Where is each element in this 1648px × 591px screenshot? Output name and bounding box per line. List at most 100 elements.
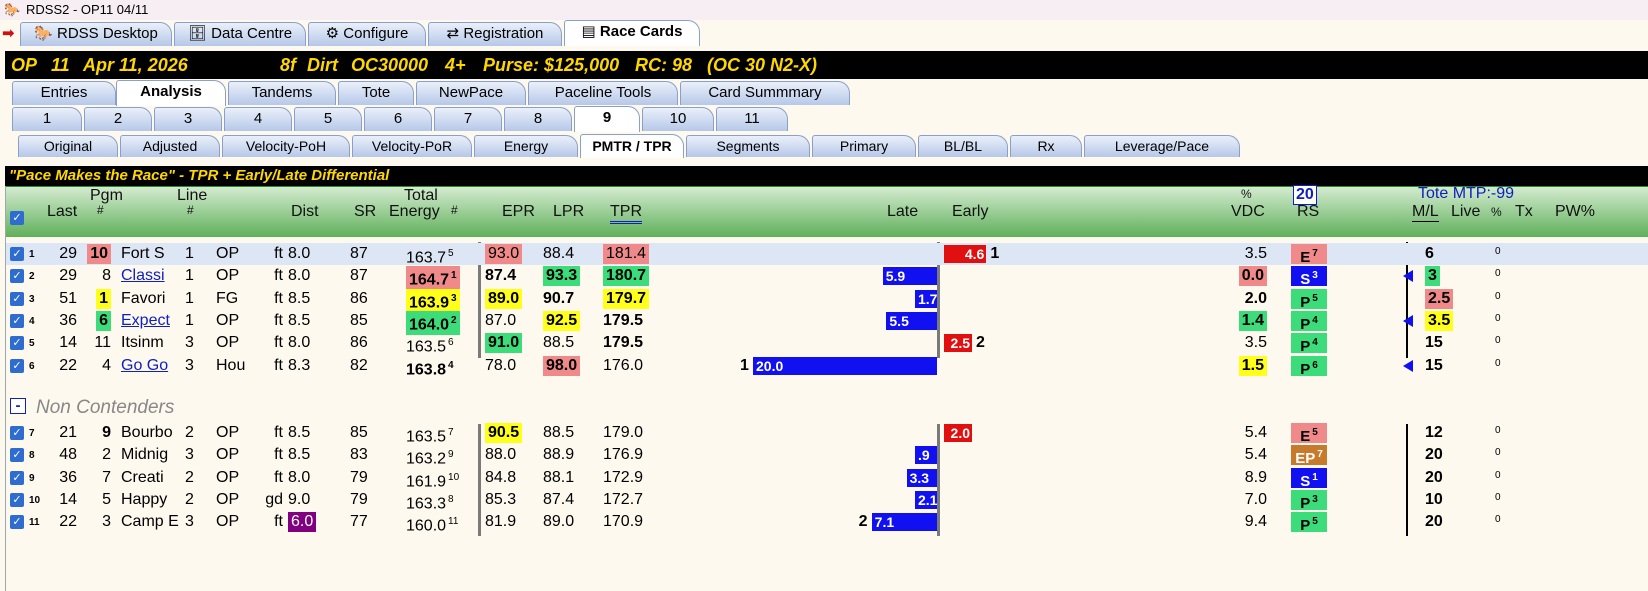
tab-race-2[interactable]: 2: [84, 107, 152, 131]
col-pgm[interactable]: Pgm: [90, 187, 123, 205]
select-all-checkbox[interactable]: ✓: [10, 211, 24, 225]
cell-sr: 87: [350, 267, 368, 285]
table-row[interactable]: ✓ 10 14 5 Happy 2 OP gd 9.0 79 163.3 8 85.3 87.4 172.7…: [5, 489, 1648, 513]
tab-leverage-pace[interactable]: Leverage/Pace: [1084, 135, 1240, 157]
tab-energy[interactable]: Energy: [474, 135, 578, 157]
row-checkbox[interactable]: ✓: [10, 336, 24, 351]
col-lpr[interactable]: LPR: [553, 203, 584, 221]
col-epr[interactable]: EPR: [502, 203, 535, 221]
row-checkbox[interactable]: ✓: [10, 492, 24, 507]
col-early[interactable]: Early: [952, 203, 988, 221]
cell-ml-value: 2.5: [1425, 288, 1454, 309]
row-checkbox[interactable]: ✓: [10, 269, 24, 284]
running-style-badge: P5: [1291, 512, 1327, 534]
table-row[interactable]: ✓ 9 36 7 Creati 2 OP ft 8.0 79 161.9 10 84.8 88.1 172.…: [5, 467, 1648, 490]
col-dist[interactable]: Dist: [291, 203, 319, 221]
row-checkbox[interactable]: ✓: [10, 358, 24, 373]
late-bar: 5.9: [882, 267, 937, 286]
tab-rx[interactable]: Rx: [1010, 135, 1082, 157]
col-rs[interactable]: RS: [1297, 203, 1319, 221]
tab-bl-bl[interactable]: BL/BL: [918, 135, 1008, 157]
tab-original[interactable]: Original: [18, 135, 118, 157]
tab-race-6[interactable]: 6: [364, 107, 432, 131]
row-checkbox[interactable]: ✓: [10, 470, 24, 485]
cell-condition: ft: [274, 311, 283, 329]
cell-last: 14: [59, 334, 77, 352]
cell-dist: 8.0: [288, 267, 311, 285]
tab-race-5[interactable]: 5: [294, 107, 362, 131]
cell-vdc: 9.4: [1244, 513, 1267, 531]
table-row[interactable]: ✓ 2 29 8 Classi 1 OP ft 8.0 87 164.7 1 87.4 93.3 180.7…: [5, 265, 1648, 291]
horse-name[interactable]: Expect: [121, 311, 170, 331]
table-row[interactable]: ✓ 7 21 9 Bourbo 2 OP ft 8.5 85 163.5 7 90.5 88.5 179.0…: [5, 422, 1648, 445]
horse-name[interactable]: Go Go: [121, 356, 168, 376]
tab-race-4[interactable]: 4: [224, 107, 292, 131]
tab-adjusted[interactable]: Adjusted: [120, 135, 220, 157]
table-row[interactable]: ✓ 6 22 4 Go Go 3 Hou ft 8.3 82 163.8 4 78.0 98.0 176.0…: [5, 355, 1648, 378]
horse-name[interactable]: Classi: [121, 266, 165, 286]
table-row[interactable]: ✓ 4 36 6 Expect 1 OP ft 8.5 85 164.0 2 87.0 92.5 179.5…: [5, 310, 1648, 336]
tab-race-1[interactable]: 1: [12, 107, 82, 131]
col-ml[interactable]: M/L: [1412, 203, 1439, 222]
tab-race-9[interactable]: 9: [574, 106, 640, 132]
race-surface: Dirt: [307, 55, 338, 75]
row-checkbox[interactable]: ✓: [10, 426, 24, 440]
table-row[interactable]: ✓ 8 48 2 Midnig 3 OP ft 8.5 83 163.2 9 88.0 88.9 176.9…: [5, 444, 1648, 468]
col-tpr[interactable]: TPR: [610, 203, 642, 224]
tab-data-centre[interactable]: 🗄 Data Centre: [174, 22, 306, 46]
tab-configure[interactable]: ⚙ Configure: [308, 22, 426, 46]
tab-card-summary[interactable]: Card Summmary: [680, 81, 850, 105]
col-pw[interactable]: PW%: [1555, 203, 1595, 221]
tab-segments[interactable]: Segments: [686, 135, 810, 157]
running-style-number: 5: [1312, 516, 1318, 528]
race-condition: (OC 30 N2-X): [707, 55, 818, 75]
row-checkbox[interactable]: ✓: [10, 448, 24, 463]
col-late[interactable]: Late: [887, 203, 918, 221]
tab-race-8[interactable]: 8: [504, 107, 572, 131]
cell-track: OP: [216, 245, 240, 262]
tab-entries[interactable]: Entries: [12, 81, 116, 105]
row-checkbox[interactable]: ✓: [10, 291, 24, 306]
tab-rdss-desktop[interactable]: 🐎 RDSS Desktop: [20, 22, 172, 46]
tab-tandems[interactable]: Tandems: [228, 81, 336, 105]
tab-primary[interactable]: Primary: [812, 135, 916, 157]
cell-condition: ft: [274, 289, 283, 307]
cell-condition: ft: [274, 356, 283, 374]
row-index: 11: [29, 517, 40, 529]
row-checkbox[interactable]: ✓: [10, 247, 24, 261]
cell-live: 0: [1495, 514, 1501, 526]
cell-vdc: 3.5: [1244, 245, 1267, 262]
cell-tpr: 180.7: [603, 266, 650, 287]
tab-analysis[interactable]: Analysis: [116, 80, 226, 106]
cell-lpr: 89.0: [543, 513, 575, 531]
collapse-toggle[interactable]: -: [10, 398, 26, 414]
tab-tote[interactable]: Tote: [338, 81, 414, 105]
col-sr[interactable]: SR: [354, 203, 376, 221]
row-checkbox[interactable]: ✓: [10, 515, 24, 530]
col-last[interactable]: Last: [47, 203, 77, 221]
table-row[interactable]: ✓ 5 14 11 Itsinm 3 OP ft 8.0 86 163.5 6 91.0 88.5 179.…: [5, 332, 1648, 356]
tab-paceline-tools[interactable]: Paceline Tools: [528, 81, 678, 105]
cell-lpr: 90.7: [543, 289, 575, 307]
table-row[interactable]: ✓ 1 29 10 Fort S 1 OP ft 8.0 87 163.7 5 93.0 88.4 181.…: [5, 243, 1648, 266]
tab-newpace[interactable]: NewPace: [416, 81, 526, 105]
col-vdc[interactable]: VDC: [1231, 203, 1265, 221]
tab-race-11[interactable]: 11: [716, 107, 788, 131]
col-tx[interactable]: Tx: [1515, 203, 1533, 221]
table-row[interactable]: ✓ 11 22 3 Camp E 3 OP ft 6.0 77 160.0 11 81.9 89.0 170…: [5, 511, 1648, 535]
tab-pmtr-tpr[interactable]: PMTR / TPR: [580, 134, 684, 158]
cell-total-energy: 163.3 8: [406, 493, 454, 513]
tab-race-7[interactable]: 7: [434, 107, 502, 131]
tab-velocity-por[interactable]: Velocity-PoR: [352, 135, 472, 157]
row-checkbox[interactable]: ✓: [10, 313, 24, 328]
app-icon: 🐎: [4, 2, 21, 17]
card-icon: ▤: [581, 23, 600, 40]
table-row[interactable]: ✓ 3 51 1 Favori 1 FG ft 8.5 86 163.9 3 89.0 90.7 179.7…: [5, 288, 1648, 313]
tab-race-cards[interactable]: ▤ Race Cards: [564, 20, 700, 46]
tab-race-3[interactable]: 3: [154, 107, 222, 131]
col-live[interactable]: Live: [1451, 203, 1480, 221]
tab-velocity-poh[interactable]: Velocity-PoH: [222, 135, 350, 157]
col-energy[interactable]: Energy: [389, 203, 440, 221]
tab-registration[interactable]: ⇄ Registration: [428, 22, 562, 46]
tab-race-10[interactable]: 10: [642, 107, 714, 131]
